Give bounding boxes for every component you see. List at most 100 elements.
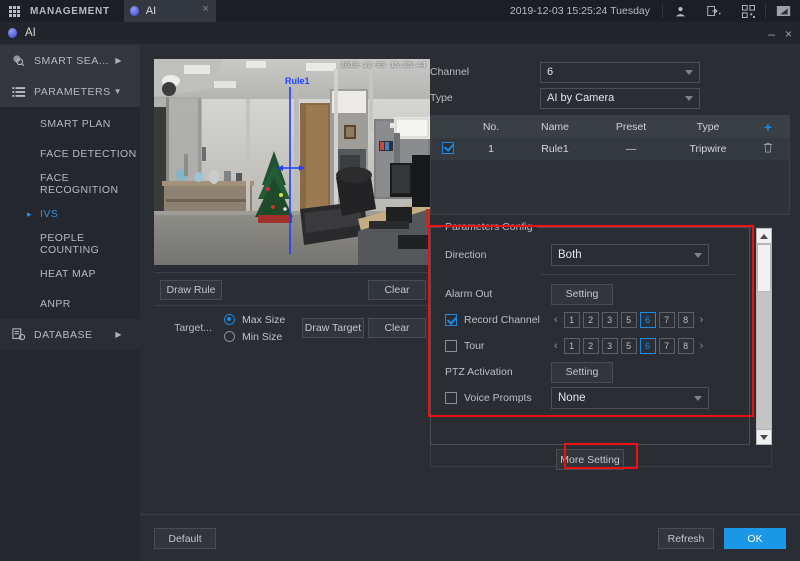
tour-checkbox-label[interactable]: Tour: [445, 340, 551, 352]
channel-select[interactable]: 6: [540, 62, 700, 83]
add-rule-button[interactable]: +: [764, 119, 772, 135]
radio-min-size[interactable]: Min Size: [224, 328, 285, 345]
scrollbar-track[interactable]: [756, 244, 772, 429]
alarm-out-label: Alarm Out: [445, 288, 551, 300]
tab-ai-label: AI: [146, 5, 156, 17]
record-channel-checkbox-label[interactable]: Record Channel: [445, 314, 551, 326]
sidebar-subitem-label: PEOPLE COUNTING: [40, 232, 140, 256]
record-channel-row: Record Channel ‹ 1 2 3 5 6 7 8 ›: [431, 307, 749, 333]
channel-chip-6[interactable]: 6: [640, 312, 656, 328]
ok-button[interactable]: OK: [724, 528, 786, 549]
radio-min-size-label: Min Size: [242, 331, 282, 343]
draw-rule-button[interactable]: Draw Rule: [160, 280, 222, 300]
parameters-config-group: Parameters Config Direction Both Alarm O…: [430, 227, 750, 445]
row-checkbox[interactable]: [442, 142, 454, 154]
video-preview[interactable]: Rule1 2019-12-03 15:25:44: [154, 59, 430, 265]
close-icon[interactable]: ×: [202, 4, 208, 15]
scroll-down-button[interactable]: [756, 429, 772, 445]
video-timestamp: 2019-12-03 15:25:44: [340, 62, 426, 70]
chevron-down-icon: ▼: [114, 87, 122, 96]
tour-row: Tour ‹ 1 2 3 5 6 7 8 ›: [431, 333, 749, 359]
sidebar-item-face-recognition[interactable]: FACE RECOGNITION: [0, 169, 140, 199]
voice-prompts-select[interactable]: None: [551, 387, 709, 409]
window-close-button[interactable]: ×: [785, 28, 792, 40]
logout-icon[interactable]: [697, 0, 731, 22]
table-row[interactable]: 1 Rule1 — Tripwire: [431, 138, 789, 160]
sidebar-item-smart-search[interactable]: SMART SEA... ▶: [0, 45, 140, 76]
row-preset: —: [593, 143, 669, 155]
clear-rule-button[interactable]: Clear: [368, 280, 426, 300]
voice-prompts-checkbox-label[interactable]: Voice Prompts: [445, 392, 551, 404]
tour-chip-1[interactable]: 1: [564, 338, 580, 354]
sidebar-item-face-detection[interactable]: FACE DETECTION: [0, 139, 140, 169]
clear-target-button[interactable]: Clear: [368, 318, 426, 338]
channel-chip-1[interactable]: 1: [564, 312, 580, 328]
record-channel-selector[interactable]: ‹ 1 2 3 5 6 7 8 ›: [551, 312, 706, 328]
more-setting-button[interactable]: More Setting: [556, 449, 624, 470]
channel-value: 6: [547, 66, 685, 78]
sidebar-item-parameters[interactable]: PARAMETERS ▼: [0, 76, 140, 107]
voice-prompts-row: Voice Prompts None: [431, 385, 749, 411]
radio-icon: [224, 331, 235, 342]
alarm-out-setting-button[interactable]: Setting: [551, 284, 613, 305]
chevron-left-icon[interactable]: ‹: [551, 314, 561, 326]
refresh-button[interactable]: Refresh: [658, 528, 714, 549]
tour-chip-6[interactable]: 6: [640, 338, 656, 354]
table-header: No. Name Preset Type +: [431, 116, 789, 138]
chevron-left-icon[interactable]: ‹: [551, 340, 561, 352]
radio-max-size[interactable]: Max Size: [224, 311, 285, 328]
tour-label: Tour: [464, 340, 484, 352]
channel-label: Channel: [430, 66, 540, 78]
chevron-right-icon: ▶: [115, 56, 122, 65]
type-select[interactable]: AI by Camera: [540, 88, 700, 109]
type-row: Type AI by Camera: [430, 85, 790, 111]
row-no: 1: [465, 143, 517, 155]
sidebar-item-label: DATABASE: [34, 329, 92, 341]
record-channel-checkbox[interactable]: [445, 314, 457, 326]
ptz-setting-button[interactable]: Setting: [551, 362, 613, 383]
top-bar: MANAGEMENT AI × 2019-12-03 15:25:24 Tues…: [0, 0, 800, 22]
row-name: Rule1: [517, 143, 593, 155]
channel-chip-8[interactable]: 8: [678, 312, 694, 328]
params-scrollbar[interactable]: [756, 228, 772, 445]
chevron-right-icon[interactable]: ›: [697, 340, 707, 352]
tab-management[interactable]: MANAGEMENT: [28, 0, 124, 22]
sidebar-item-people-counting[interactable]: PEOPLE COUNTING: [0, 229, 140, 259]
minimize-button[interactable]: –: [768, 28, 775, 40]
user-icon[interactable]: [663, 0, 697, 22]
channel-type-form: Channel 6 Type AI by Camera: [430, 59, 790, 111]
tab-ai[interactable]: AI ×: [124, 0, 216, 22]
trash-icon[interactable]: [763, 144, 773, 156]
tour-chip-7[interactable]: 7: [659, 338, 675, 354]
chevron-down-icon: [694, 253, 702, 258]
default-button[interactable]: Default: [154, 528, 216, 549]
direction-select[interactable]: Both: [551, 244, 709, 266]
target-label: Target...: [154, 322, 212, 334]
sidebar-item-heat-map[interactable]: HEAT MAP: [0, 259, 140, 289]
draw-target-button[interactable]: Draw Target: [302, 318, 364, 338]
channel-chip-3[interactable]: 3: [602, 312, 618, 328]
scroll-up-button[interactable]: [756, 228, 772, 244]
scrollbar-thumb[interactable]: [757, 244, 771, 292]
sidebar-item-ivs[interactable]: ▸ IVS: [0, 199, 140, 229]
sidebar-item-smart-plan[interactable]: SMART PLAN: [0, 109, 140, 139]
window-title-bar: AI – ×: [0, 22, 800, 45]
tour-checkbox[interactable]: [445, 340, 457, 352]
chevron-right-icon[interactable]: ›: [697, 314, 707, 326]
screen-icon[interactable]: [766, 0, 800, 22]
channel-chip-5[interactable]: 5: [621, 312, 637, 328]
channel-chip-2[interactable]: 2: [583, 312, 599, 328]
target-size-radio-group[interactable]: Max Size Min Size: [224, 311, 285, 345]
channel-chip-7[interactable]: 7: [659, 312, 675, 328]
tab-management-label: MANAGEMENT: [30, 6, 110, 17]
apps-grid-icon[interactable]: [0, 0, 28, 22]
tour-chip-8[interactable]: 8: [678, 338, 694, 354]
voice-prompts-checkbox[interactable]: [445, 392, 457, 404]
tour-chip-5[interactable]: 5: [621, 338, 637, 354]
qr-code-icon[interactable]: [731, 0, 765, 22]
sidebar-item-database[interactable]: DATABASE ▶: [0, 319, 140, 350]
tour-channel-selector[interactable]: ‹ 1 2 3 5 6 7 8 ›: [551, 338, 706, 354]
tour-chip-3[interactable]: 3: [602, 338, 618, 354]
sidebar-item-anpr[interactable]: ANPR: [0, 289, 140, 319]
tour-chip-2[interactable]: 2: [583, 338, 599, 354]
